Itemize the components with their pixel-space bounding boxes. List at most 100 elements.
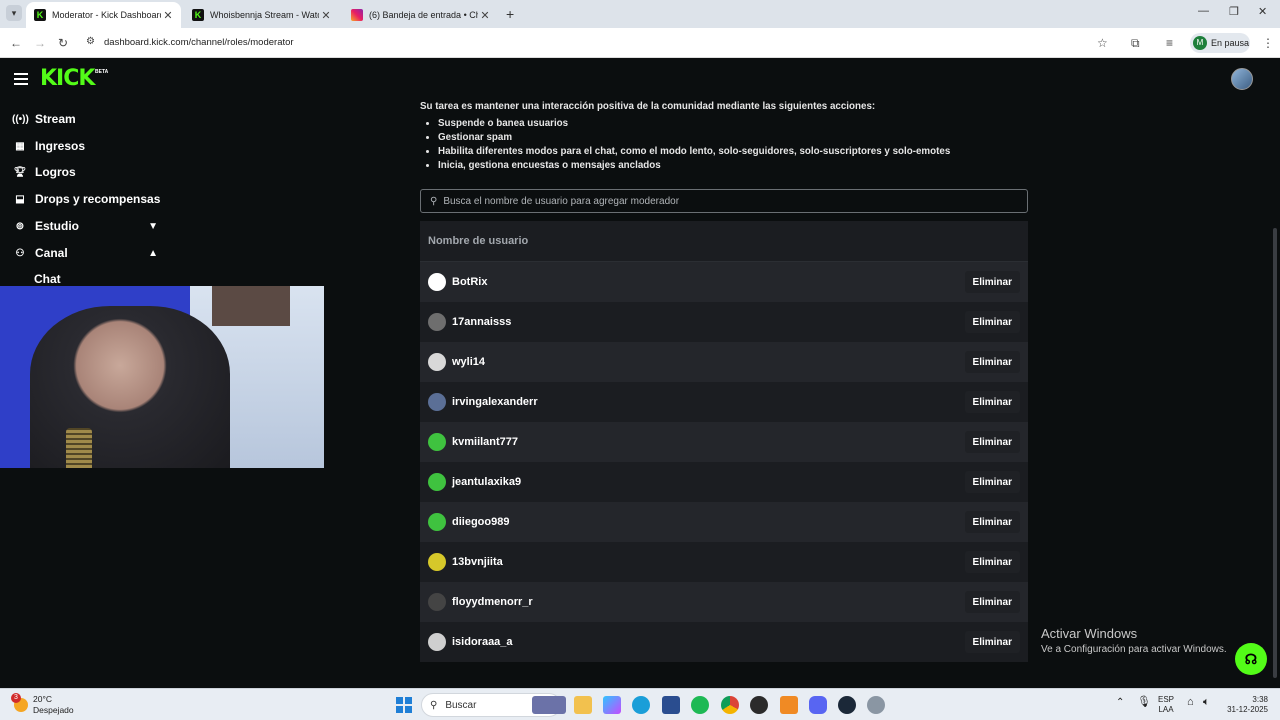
sidebar-item-logros[interactable]: 🏆︎ Logros (12, 162, 162, 182)
back-icon[interactable]: ← (10, 36, 22, 50)
moderator-username[interactable]: 13bvnjiita (452, 556, 503, 568)
channel-icon: ⚇ (15, 247, 25, 259)
settings-icon[interactable] (867, 696, 885, 714)
kick-logo[interactable]: KICK (40, 66, 95, 91)
table-row: isidoraaa_a Eliminar (420, 622, 1028, 662)
clock[interactable]: 3:38 31-12-2025 (1226, 695, 1268, 715)
forward-icon[interactable]: → (34, 36, 46, 50)
window-close-icon[interactable]: ✕ (1258, 5, 1267, 18)
tab-search-icon[interactable]: ▾ (6, 5, 22, 21)
webcam-shelf (212, 286, 290, 326)
more-menu-icon[interactable]: ⋮ (1262, 36, 1274, 50)
tab-instagram[interactable]: (6) Bandeja de entrada • Chats ✕ (343, 2, 498, 28)
moderator-username[interactable]: wyli14 (452, 356, 485, 368)
table-row: jeantulaxika9 Eliminar (420, 462, 1028, 502)
remove-moderator-button[interactable]: Eliminar (964, 311, 1020, 333)
sidebar-item-drops[interactable]: ⬓ Drops y recompensas (12, 189, 162, 209)
edge-icon[interactable] (632, 696, 650, 714)
browser-tab-bar: ▾ K Moderator - Kick Dashboard ✕ K Whois… (0, 0, 1280, 28)
weather-widget[interactable]: 3 20°C Despejado (11, 693, 74, 716)
remove-moderator-button[interactable]: Eliminar (964, 551, 1020, 573)
file-explorer-icon[interactable] (574, 696, 592, 714)
tab-stream[interactable]: K Whoisbennja Stream - Watch Live ✕ (184, 2, 339, 28)
url-field[interactable]: dashboard.kick.com/channel/roles/moderat… (104, 37, 294, 48)
moderator-username[interactable]: 17annaisss (452, 316, 511, 328)
steam-icon[interactable] (838, 696, 856, 714)
remove-moderator-button[interactable]: Eliminar (964, 631, 1020, 653)
remove-moderator-button[interactable]: Eliminar (964, 431, 1020, 453)
avatar (428, 633, 446, 651)
app-icon[interactable] (780, 696, 798, 714)
remove-moderator-button[interactable]: Eliminar (964, 511, 1020, 533)
sidebar-item-chat[interactable]: Chat (34, 272, 61, 286)
moderator-username[interactable]: floyydmenorr_r (452, 596, 533, 608)
sidebar-item-canal[interactable]: ⚇ Canal ▲ (12, 243, 162, 263)
minimize-icon[interactable]: — (1198, 5, 1209, 17)
webcam-person (30, 306, 230, 468)
moderator-username[interactable]: kvmiilant777 (452, 436, 518, 448)
revenue-icon: ▦ (15, 140, 25, 152)
trophy-icon: 🏆︎ (13, 166, 27, 178)
kick-dashboard: KICK BETA ((•)) Stream ▦ Ingresos 🏆︎ Log… (0, 58, 1280, 688)
media-queue-icon[interactable]: ≡ (1166, 36, 1173, 50)
chrome-icon[interactable] (721, 696, 739, 714)
restore-icon[interactable]: ❐ (1229, 5, 1239, 18)
time: 3:38 (1252, 695, 1268, 704)
remove-moderator-button[interactable]: Eliminar (964, 391, 1020, 413)
obs-icon[interactable] (750, 696, 768, 714)
widgets-icon[interactable] (532, 696, 566, 714)
bookmark-star-icon[interactable]: ☆ (1097, 36, 1108, 50)
moderator-username[interactable]: diiegoo989 (452, 516, 509, 528)
language-layout: LAA (1158, 705, 1174, 714)
search-icon: ⚲ (430, 195, 438, 207)
chevron-up-icon[interactable]: ⌃ (1116, 698, 1124, 708)
tab-moderator[interactable]: K Moderator - Kick Dashboard ✕ (26, 2, 181, 28)
spotify-icon[interactable] (691, 696, 709, 714)
temperature: 20°C (33, 694, 52, 704)
close-icon[interactable]: ✕ (319, 9, 333, 22)
sidebar-item-ingresos[interactable]: ▦ Ingresos (12, 136, 162, 156)
avatar[interactable] (1231, 68, 1253, 90)
search-input[interactable] (443, 195, 1004, 207)
reload-icon[interactable]: ↻ (58, 36, 68, 50)
weather-icon: 3 (11, 693, 28, 712)
tab-title: Moderator - Kick Dashboard (52, 10, 161, 20)
moderator-username[interactable]: jeantulaxika9 (452, 476, 521, 488)
table-header: Nombre de usuario (420, 221, 1028, 262)
scrollbar[interactable] (1273, 228, 1277, 678)
copilot-icon[interactable] (603, 696, 621, 714)
start-button[interactable] (396, 697, 412, 713)
new-tab-icon[interactable]: + (506, 6, 514, 22)
microphone-icon[interactable]: 🎙︎ (1137, 697, 1151, 708)
sidebar-item-stream[interactable]: ((•)) Stream (12, 109, 162, 129)
discord-icon[interactable] (809, 696, 827, 714)
volume-icon[interactable]: 🔈︎ (1203, 697, 1210, 708)
remove-moderator-button[interactable]: Eliminar (964, 591, 1020, 613)
network-icon[interactable]: ⌂ (1187, 697, 1194, 708)
studio-icon: ⊚ (15, 220, 25, 232)
close-icon[interactable]: ✕ (161, 9, 175, 22)
moderator-username[interactable]: BotRix (452, 276, 487, 288)
chevron-up-icon: ▲ (148, 247, 158, 259)
store-icon[interactable] (662, 696, 680, 714)
extensions-icon[interactable]: ⧉ (1131, 36, 1140, 51)
profile-button[interactable]: M En pausa (1190, 33, 1250, 53)
table-row: floyydmenorr_r Eliminar (420, 582, 1028, 622)
moderator-username[interactable]: irvingalexanderr (452, 396, 538, 408)
language-indicator[interactable]: ESP LAA (1158, 695, 1174, 715)
remove-moderator-button[interactable]: Eliminar (964, 351, 1020, 373)
support-chat-button[interactable]: ☊ (1235, 643, 1267, 675)
remove-moderator-button[interactable]: Eliminar (964, 271, 1020, 293)
table-row: BotRix Eliminar (420, 262, 1028, 302)
list-item: Habilita diferentes modos para el chat, … (438, 146, 950, 160)
sidebar-item-estudio[interactable]: ⊚ Estudio ▼ (12, 216, 162, 236)
menu-icon[interactable] (14, 73, 28, 88)
remove-moderator-button[interactable]: Eliminar (964, 471, 1020, 493)
broadcast-icon: ((•)) (12, 113, 29, 125)
drops-icon: ⬓ (15, 193, 25, 205)
close-icon[interactable]: ✕ (478, 9, 492, 22)
moderator-username[interactable]: isidoraaa_a (452, 636, 513, 648)
site-info-icon[interactable]: ⚙ (86, 36, 95, 47)
table-row: diiegoo989 Eliminar (420, 502, 1028, 542)
kick-icon: K (34, 9, 46, 21)
